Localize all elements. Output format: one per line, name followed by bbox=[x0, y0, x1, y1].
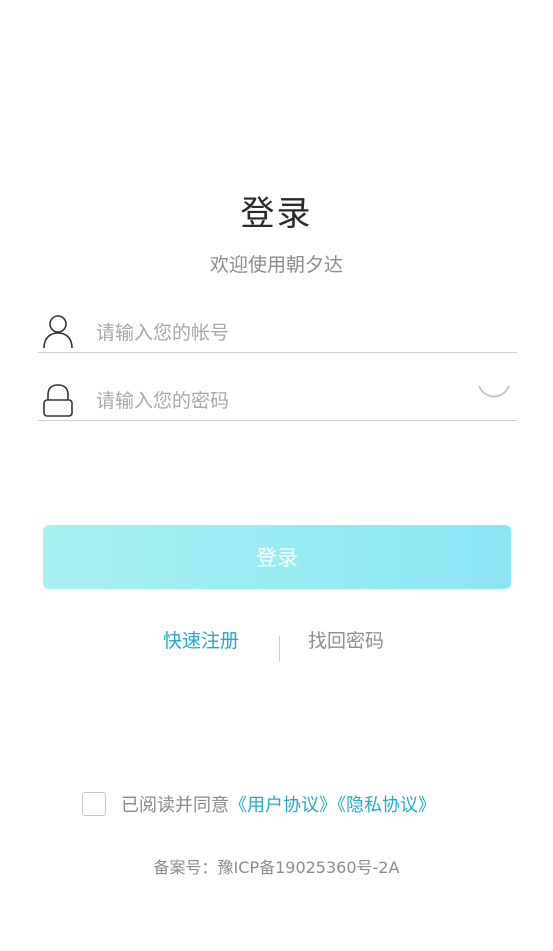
eye-closed-icon[interactable] bbox=[476, 380, 512, 404]
agreement-checkbox[interactable] bbox=[82, 792, 106, 816]
auth-links: 快速注册 找回密码 bbox=[0, 624, 553, 664]
page-subtitle: 欢迎使用朝夕达 bbox=[209, 254, 343, 276]
register-link[interactable]: 快速注册 bbox=[163, 626, 239, 653]
password-field bbox=[38, 374, 517, 421]
links-divider bbox=[279, 636, 280, 662]
privacy-protocol-link[interactable]: 《隐私协议》 bbox=[337, 795, 436, 816]
lock-icon bbox=[42, 382, 74, 418]
icp-record: 备案号：豫ICP备19025360号-2A bbox=[153, 858, 400, 877]
page-title: 登录 bbox=[240, 194, 313, 234]
user-protocol-link[interactable]: 《用户协议》 bbox=[229, 795, 337, 816]
agreement-row: 已阅读并同意《用户协议》《隐私协议》 bbox=[82, 790, 502, 820]
agreement-prefix: 已阅读并同意 bbox=[121, 795, 229, 816]
account-input[interactable] bbox=[96, 316, 456, 350]
forgot-password-link[interactable]: 找回密码 bbox=[308, 626, 384, 653]
agreement-text: 已阅读并同意《用户协议》《隐私协议》 bbox=[121, 791, 436, 817]
account-field bbox=[38, 306, 517, 353]
password-input[interactable] bbox=[96, 384, 456, 418]
login-button[interactable]: 登录 bbox=[43, 525, 511, 589]
user-icon bbox=[42, 314, 74, 350]
